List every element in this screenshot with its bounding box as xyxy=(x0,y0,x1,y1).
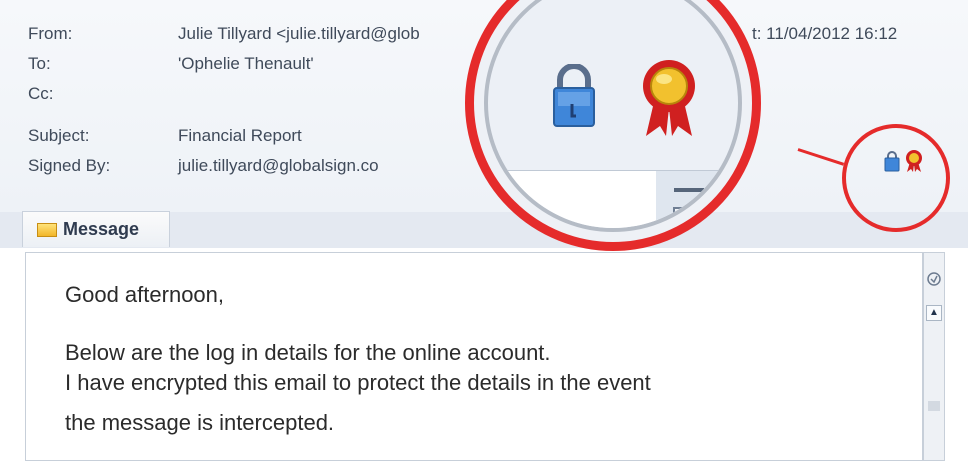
sent-value: t: 11/04/2012 16:12 xyxy=(752,24,898,43)
scroll-thumb[interactable] xyxy=(928,401,940,411)
body-line-2: I have encrypted this email to protect t… xyxy=(65,370,651,395)
to-value[interactable]: 'Ophelie Thenault' xyxy=(178,54,314,74)
scroll-up-button[interactable]: ▲ xyxy=(926,305,942,321)
to-label: To: xyxy=(28,54,51,73)
zoom-minimize-icon xyxy=(674,188,704,192)
zoom-inner-lens xyxy=(484,0,742,232)
cc-label: Cc: xyxy=(28,84,54,103)
small-lock-icon[interactable] xyxy=(884,150,900,172)
body-greeting: Good afternoon, xyxy=(65,282,225,307)
from-value[interactable]: Julie Tillyard <julie.tillyard@glob xyxy=(178,24,420,44)
lock-icon[interactable] xyxy=(550,64,598,128)
signed-by-value[interactable]: julie.tillyard@globalsign.co xyxy=(178,156,379,176)
from-label: From: xyxy=(28,24,73,43)
award-ribbon-icon[interactable] xyxy=(638,58,700,138)
tab-message[interactable]: Message xyxy=(22,211,170,247)
envelope-icon xyxy=(37,223,57,237)
subject-value: Financial Report xyxy=(178,126,302,145)
zoom-body-preview xyxy=(488,170,658,228)
subject-label: Subject: xyxy=(28,126,90,145)
signed-by-label: Signed By: xyxy=(28,156,111,175)
body-line-1: Below are the log in details for the onl… xyxy=(65,340,551,365)
body-line-3: the message is intercepted. xyxy=(65,410,335,435)
small-award-icon[interactable] xyxy=(904,149,924,173)
zoom-highlight-circle xyxy=(465,0,761,251)
vertical-scrollbar[interactable]: ▲ xyxy=(923,252,945,461)
read-receipt-icon xyxy=(927,272,941,286)
icons-highlight-circle xyxy=(842,124,950,232)
tab-message-label: Message xyxy=(63,219,140,239)
